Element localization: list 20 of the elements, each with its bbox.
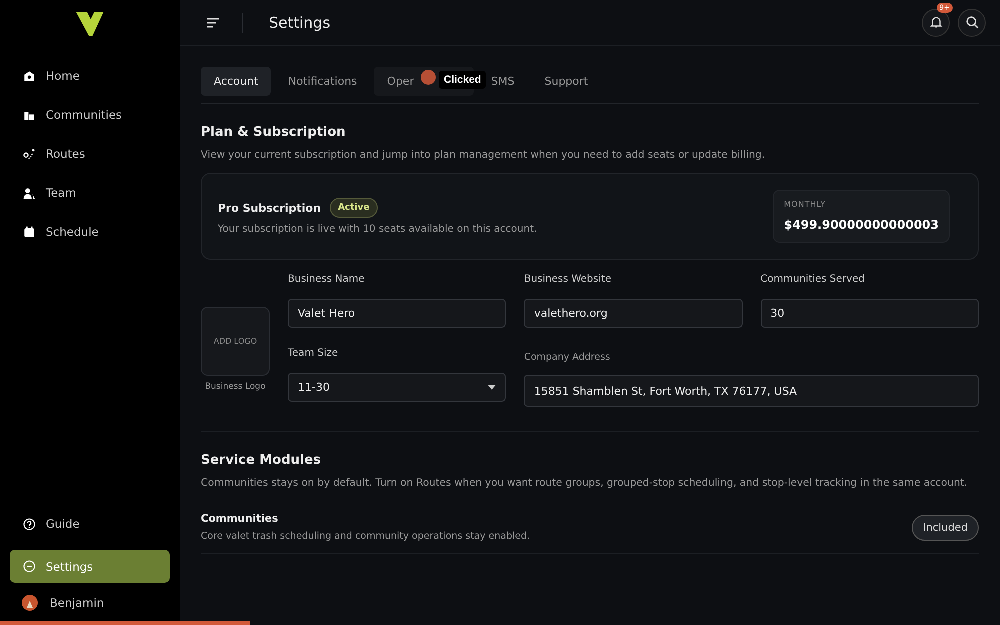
section-description: Communities stays on by default. Turn on Routes when you want route groups, grouped-stop scheduling, and stop-level tracking in the same account. [201,478,969,489]
page-title: Settings [269,14,331,32]
field-label: Communities Served [760,274,866,285]
section-heading: Service Modules [201,453,322,468]
plan-name: Pro Subscription [218,202,322,214]
field-label: Company Address [524,352,612,363]
field-label: Business Name [288,274,366,285]
logo-caption: Business Logo [205,382,266,392]
field-label: Business Website [524,274,612,285]
click-tooltip: Clicked [439,71,486,89]
price-value: $499.90000000000003 [784,218,939,232]
plan-detail: Your subscription is live with 10 seats available on this account. [218,224,538,235]
section-heading: Plan & Subscription [201,125,347,140]
module-name: Communities [201,513,280,525]
field-label: Team Size [288,348,340,359]
status-badge: Included [912,514,979,540]
module-description: Core valet trash scheduling and community operations stay enabled. [201,531,530,542]
section-description: View your current subscription and jump into plan management when you need to add seats or update billing. [201,150,766,161]
status-badge: Active [330,198,378,218]
price-label: MONTHLY [784,200,828,209]
